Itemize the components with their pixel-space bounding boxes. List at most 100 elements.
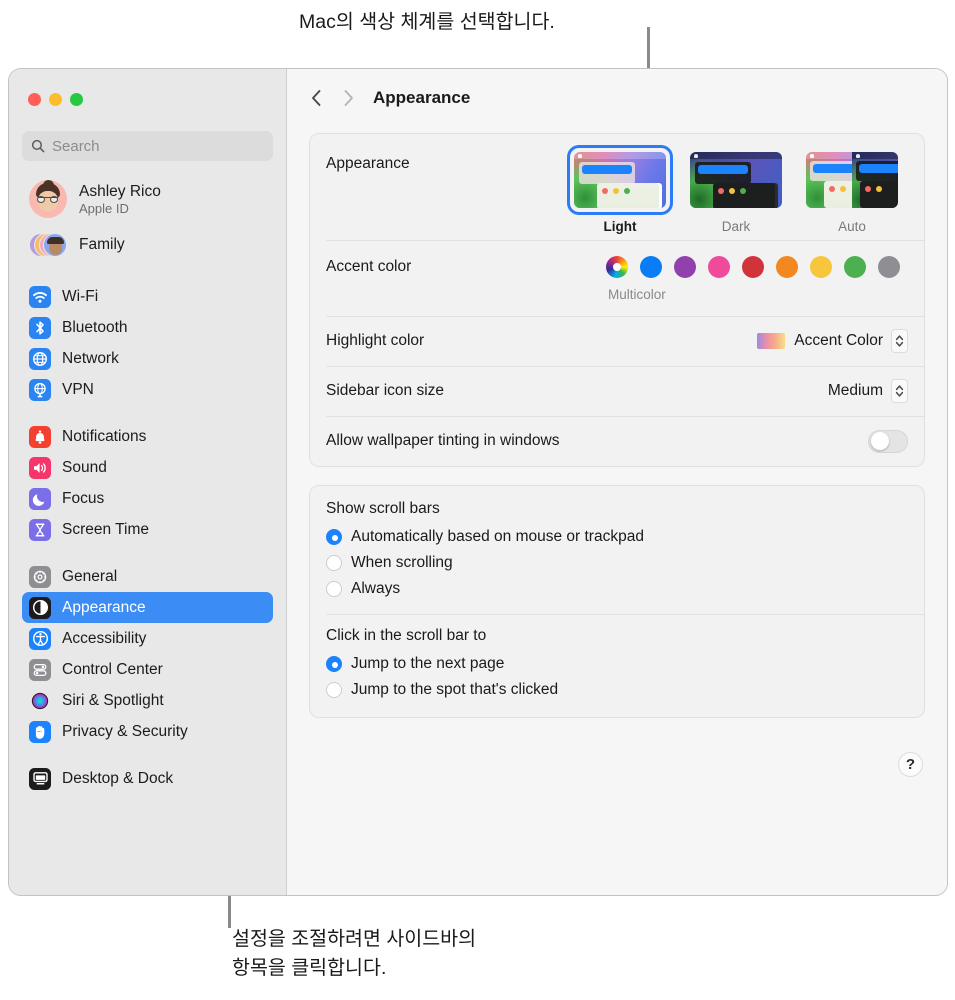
sidebar-item-focus[interactable]: Focus — [22, 483, 273, 514]
sidebar-item-label: Wi-Fi — [62, 287, 99, 305]
sidebar-item-notifications[interactable]: Notifications — [22, 421, 273, 452]
radio-label: Always — [351, 580, 401, 597]
sidebar-item-siri-spotlight[interactable]: Siri & Spotlight — [22, 685, 273, 716]
sidebar-item-label: General — [62, 567, 118, 585]
radio-label: When scrolling — [351, 554, 453, 571]
radio-button[interactable] — [326, 529, 342, 545]
accent-swatch-graphite[interactable] — [878, 256, 900, 278]
radio-button[interactable] — [326, 555, 342, 571]
accent-swatch-orange[interactable] — [776, 256, 798, 278]
sidebar-item-privacy-security[interactable]: Privacy & Security — [22, 716, 273, 747]
appearance-label: Appearance — [326, 155, 410, 172]
sidebar-item-label: Network — [62, 349, 119, 367]
minimize-button[interactable] — [49, 93, 62, 106]
sidebar-icon-size-row: Sidebar icon size Medium — [310, 366, 924, 416]
zoom-button[interactable] — [70, 93, 83, 106]
wallpaper-tinting-toggle-wrap — [868, 429, 908, 453]
click-scroll-bar-option[interactable]: Jump to the next page — [310, 651, 924, 677]
click-scroll-bar-option[interactable]: Jump to the spot that's clicked — [310, 677, 924, 703]
callout-bottom-line2: 항목을 클릭합니다. — [232, 957, 387, 979]
family-avatars — [29, 230, 67, 260]
sidebar-item-wi-fi[interactable]: Wi-Fi — [22, 281, 273, 312]
show-scroll-bars-option[interactable]: Always — [310, 576, 924, 602]
close-button[interactable] — [28, 93, 41, 106]
callout-top-text: Mac의 색상 체계를 선택합니다. — [299, 11, 555, 33]
page-title: Appearance — [373, 87, 471, 107]
sidebar-item-bluetooth[interactable]: Bluetooth — [22, 312, 273, 343]
sidebar-item-family[interactable]: Family — [22, 225, 273, 265]
accent-swatch-multicolor[interactable] — [606, 256, 628, 278]
hand-icon — [29, 720, 51, 743]
sidebar-item-label: Focus — [62, 489, 105, 507]
sidebar-item-desktop-dock[interactable]: Desktop & Dock — [22, 763, 273, 794]
globe-icon — [29, 347, 51, 370]
chevron-updown-icon[interactable] — [891, 379, 908, 403]
appearance-settings-card: Appearance Light Dark Auto Accent color … — [309, 133, 925, 467]
sidebar-item-screen-time[interactable]: Screen Time — [22, 514, 273, 545]
appearance-option-auto[interactable]: Auto — [800, 148, 904, 234]
show-scroll-bars-option[interactable]: Automatically based on mouse or trackpad — [310, 524, 924, 550]
sidebar-item-control-center[interactable]: Control Center — [22, 654, 273, 685]
sidebar-item-label: Bluetooth — [62, 318, 128, 336]
accent-swatch-purple[interactable] — [674, 256, 696, 278]
appearance-option-dark[interactable]: Dark — [684, 148, 788, 234]
sidebar-item-network[interactable]: Network — [22, 343, 273, 374]
chevron-updown-icon[interactable] — [891, 329, 908, 353]
bluetooth-icon — [29, 316, 51, 339]
accent-swatch-yellow[interactable] — [810, 256, 832, 278]
accent-color-caption: Multicolor — [608, 287, 666, 302]
accent-swatch-pink[interactable] — [708, 256, 730, 278]
help-button[interactable]: ? — [898, 752, 923, 777]
accent-swatch-red[interactable] — [742, 256, 764, 278]
sidebar-icon-size-value: Medium — [827, 382, 883, 399]
show-scroll-bars-option[interactable]: When scrolling — [310, 550, 924, 576]
sidebar: Ashley Rico Apple ID Family Wi-Fi Bluetoo… — [9, 69, 287, 895]
accent-swatch-green[interactable] — [844, 256, 866, 278]
appearance-option-label-dark: Dark — [721, 219, 751, 234]
appearance-option-light[interactable]: Light — [568, 148, 672, 234]
wifi-icon — [29, 285, 51, 308]
accent-swatch-blue[interactable] — [640, 256, 662, 278]
sidebar-item-appearance[interactable]: Appearance — [22, 592, 273, 623]
wallpaper-tinting-toggle[interactable] — [868, 429, 908, 453]
sidebar-item-label: Accessibility — [62, 629, 147, 647]
appearance-options: Light Dark Auto — [568, 148, 908, 234]
radio-button[interactable] — [326, 656, 342, 672]
radio-label: Jump to the next page — [351, 655, 505, 672]
wallpaper-tinting-label: Allow wallpaper tinting in windows — [326, 432, 560, 449]
sidebar-scroll-area[interactable]: Ashley Rico Apple ID Family Wi-Fi Bluetoo… — [9, 175, 286, 794]
radio-label: Jump to the spot that's clicked — [351, 681, 559, 698]
highlight-color-popup[interactable]: Accent Color — [757, 329, 908, 353]
radio-button[interactable] — [326, 581, 342, 597]
appearance-row: Appearance Light Dark Auto — [310, 134, 924, 240]
avatar — [29, 180, 67, 218]
back-button[interactable] — [303, 85, 329, 111]
sidebar-icon-size-popup[interactable]: Medium — [828, 379, 908, 403]
callout-bottom-text: 설정을 조절하려면 사이드바의 항목을 클릭합니다. — [232, 925, 476, 983]
sidebar-item-vpn[interactable]: VPN — [22, 374, 273, 405]
hourglass-icon — [29, 518, 51, 541]
sidebar-item-label: Privacy & Security — [62, 722, 188, 740]
radio-button[interactable] — [326, 682, 342, 698]
show-scroll-bars-options: Automatically based on mouse or trackpad… — [310, 524, 924, 602]
forward-button[interactable] — [335, 85, 361, 111]
sidebar-icon-size-label: Sidebar icon size — [326, 382, 445, 399]
desktop-dock-icon — [29, 767, 51, 790]
accent-swatch-list — [606, 256, 900, 278]
sidebar-item-general[interactable]: General — [22, 561, 273, 592]
sidebar-item-sound[interactable]: Sound — [22, 452, 273, 483]
radio-label: Automatically based on mouse or trackpad — [351, 528, 644, 545]
search-input[interactable] — [52, 137, 264, 155]
sidebar-item-apple-id[interactable]: Ashley Rico Apple ID — [22, 175, 273, 223]
siri-icon — [29, 690, 51, 712]
search-field[interactable] — [22, 131, 273, 161]
sidebar-item-accessibility[interactable]: Accessibility — [22, 623, 273, 654]
click-scroll-bar-options: Jump to the next page Jump to the spot th… — [310, 651, 924, 703]
wallpaper-tinting-row: Allow wallpaper tinting in windows — [310, 416, 924, 466]
sidebar-group-1: Notifications Sound Focus Screen Time — [9, 421, 286, 545]
system-settings-window: Ashley Rico Apple ID Family Wi-Fi Bluetoo… — [8, 68, 948, 896]
highlight-color-label: Highlight color — [326, 332, 425, 349]
window-controls — [9, 69, 286, 125]
sidebar-item-label: Control Center — [62, 660, 163, 678]
speaker-icon — [29, 456, 51, 479]
